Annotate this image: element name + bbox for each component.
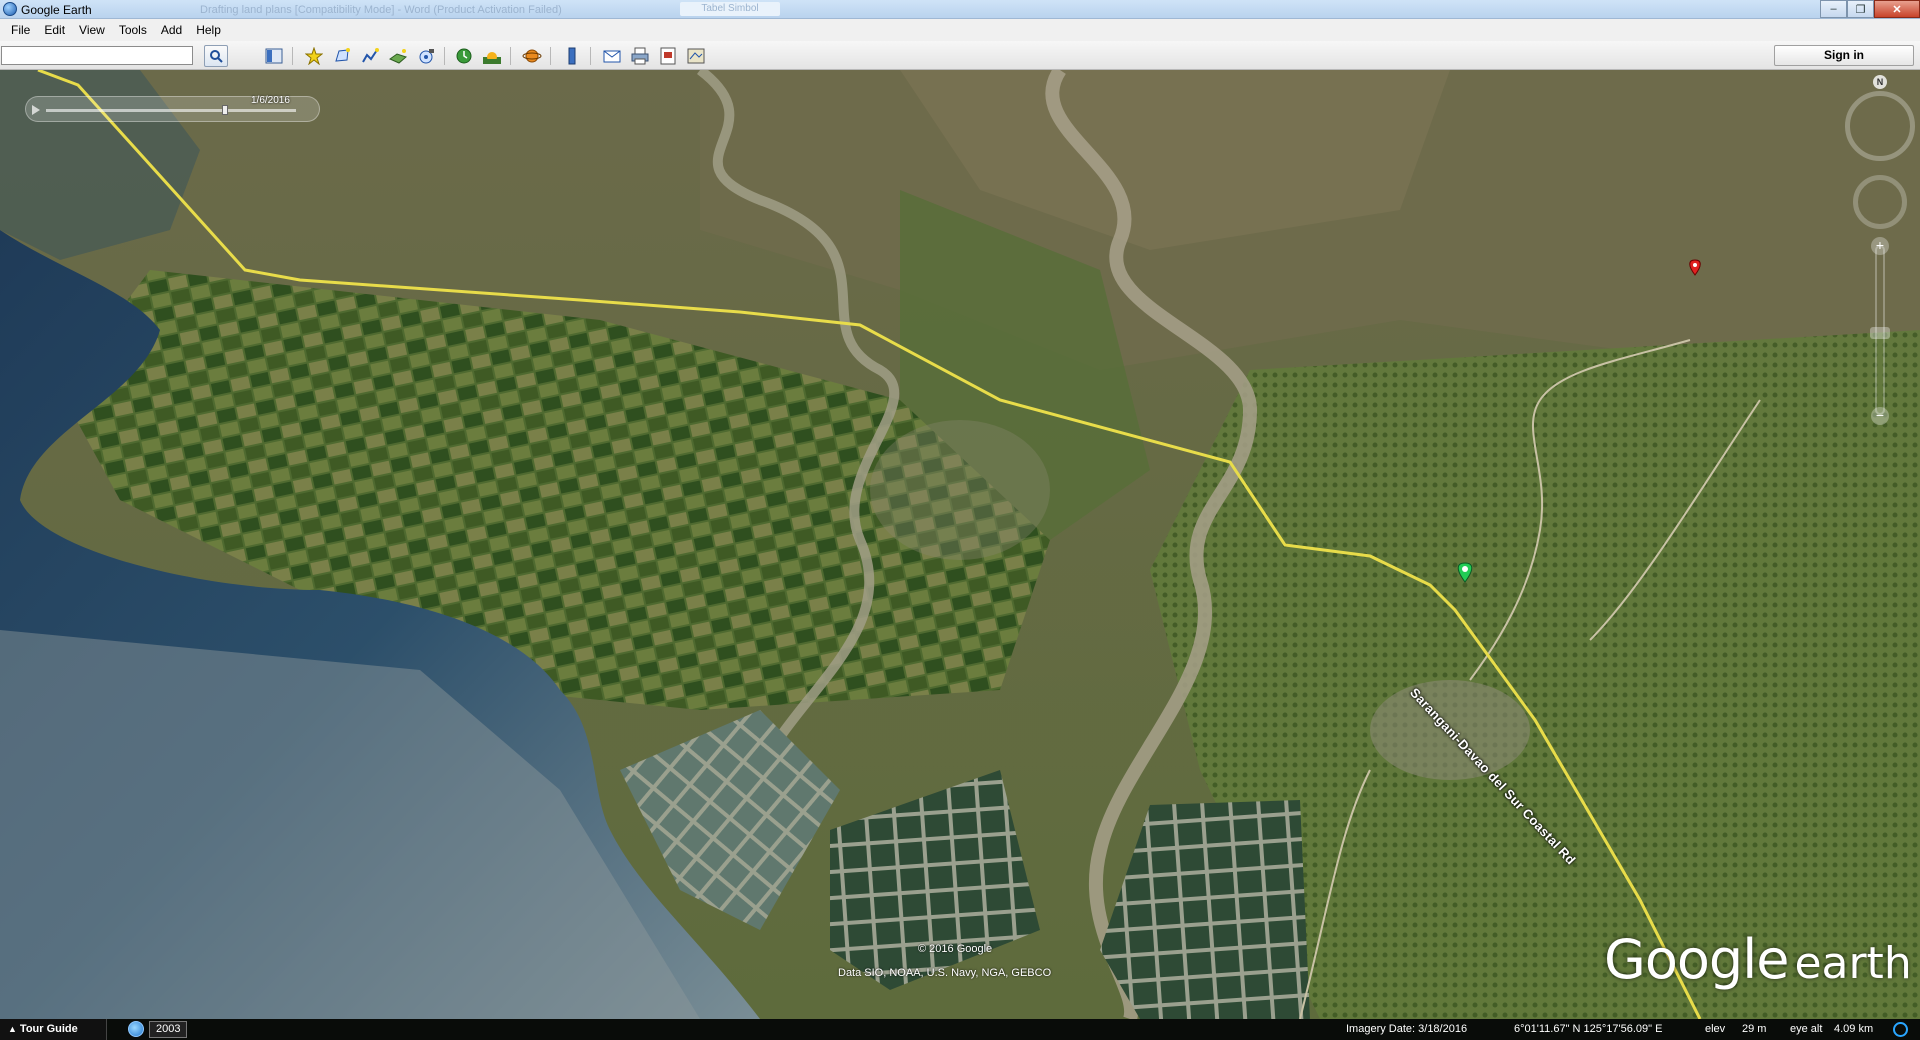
sunlight-button[interactable]	[480, 45, 504, 67]
search-button[interactable]	[204, 45, 228, 67]
menu-add[interactable]: Add	[154, 23, 189, 37]
image-overlay-icon	[389, 49, 407, 64]
search-input[interactable]	[1, 46, 193, 65]
search-icon	[210, 50, 223, 63]
time-slider-track[interactable]	[46, 109, 296, 112]
menu-help[interactable]: Help	[189, 23, 228, 37]
window-title: Google Earth	[21, 3, 92, 17]
streaming-status-icon	[1893, 1022, 1908, 1037]
play-icon[interactable]	[32, 105, 40, 115]
record-tour-button[interactable]	[414, 45, 438, 67]
zoom-out-icon[interactable]: −	[1871, 407, 1889, 425]
historical-year-badge[interactable]: 2003	[149, 1021, 188, 1038]
time-slider-handle[interactable]	[222, 105, 228, 115]
imagery-copyright: © 2016 Google	[918, 943, 993, 955]
add-image-overlay-button[interactable]	[386, 45, 410, 67]
google-earth-logo: Google earth	[1604, 928, 1912, 991]
sidebar-toggle-button[interactable]	[262, 45, 286, 67]
placemark-icon	[305, 47, 323, 65]
menu-bar: File Edit View Tools Add Help	[0, 19, 1920, 41]
compass-north-icon[interactable]: N	[1873, 75, 1887, 89]
historical-imagery-status-icon[interactable]	[128, 1021, 144, 1037]
ruler-icon	[568, 47, 576, 65]
menu-tools[interactable]: Tools	[112, 23, 154, 37]
add-path-button[interactable]	[358, 45, 382, 67]
historical-imagery-icon	[456, 48, 472, 64]
sunlight-icon	[483, 52, 501, 64]
look-joystick[interactable]	[1845, 91, 1915, 161]
eye-altitude-value: 4.09 km	[1834, 1023, 1874, 1035]
toolbar: Sign in	[0, 41, 1920, 70]
minimize-button[interactable]: –	[1820, 0, 1847, 18]
print-icon	[631, 47, 649, 65]
navigation-controls: N + −	[1840, 75, 1918, 435]
move-joystick[interactable]	[1853, 175, 1907, 229]
switch-planets-button[interactable]	[520, 45, 544, 67]
record-tour-icon	[419, 49, 434, 64]
elevation-label: elev	[1705, 1023, 1726, 1035]
maximize-button[interactable]: ❐	[1847, 0, 1874, 18]
tour-guide-button[interactable]: ▲ Tour Guide	[0, 1019, 107, 1040]
title-bar: Google Earth Drafting land plans [Compat…	[0, 0, 1920, 19]
zoom-slider-thumb[interactable]	[1870, 327, 1890, 339]
caret-up-icon: ▲	[8, 1024, 17, 1034]
background-window-title: Drafting land plans [Compatibility Mode]…	[200, 4, 562, 16]
zoom-in-icon[interactable]: +	[1871, 237, 1889, 255]
print-button[interactable]	[628, 45, 652, 67]
menu-edit[interactable]: Edit	[37, 23, 72, 37]
planets-icon	[522, 49, 542, 63]
time-slider[interactable]: 1/6/2016	[25, 95, 320, 122]
elevation-value: 29 m	[1742, 1023, 1767, 1035]
path-icon	[362, 48, 379, 63]
menu-view[interactable]: View	[72, 23, 112, 37]
map-viewport[interactable]: 1/6/2016 N + − Sarangani-Davao del Sur C…	[0, 70, 1920, 1019]
close-button[interactable]: ✕	[1874, 0, 1920, 18]
coordinates: 6°01'11.67" N 125°17'56.09" E	[1514, 1023, 1663, 1035]
imagery-date: Imagery Date: 3/18/2016	[1346, 1023, 1468, 1035]
tour-guide-label: Tour Guide	[19, 1023, 78, 1035]
add-polygon-button[interactable]	[330, 45, 354, 67]
historical-imagery-button[interactable]	[452, 45, 476, 67]
menu-file[interactable]: File	[4, 23, 37, 37]
add-placemark-button[interactable]	[302, 45, 326, 67]
status-bar: ▲ Tour Guide 2003 Imagery Date: 3/18/2016…	[0, 1019, 1920, 1040]
window-controls: – ❐ ✕	[1820, 0, 1920, 18]
sidebar-toggle-icon	[265, 48, 283, 64]
background-button: Tabel Simbol	[680, 2, 780, 16]
polygon-icon	[335, 48, 350, 62]
email-button[interactable]	[600, 45, 624, 67]
data-sources: Data SIO, NOAA, U.S. Navy, NGA, GEBCO	[838, 967, 1052, 979]
view-in-maps-icon	[687, 48, 705, 64]
eye-altitude-label: eye alt	[1790, 1023, 1823, 1035]
google-earth-app-icon	[3, 2, 17, 16]
time-slider-date: 1/6/2016	[251, 95, 290, 106]
ruler-button[interactable]	[560, 45, 584, 67]
save-image-button[interactable]	[656, 45, 680, 67]
sign-in-button[interactable]: Sign in	[1774, 45, 1914, 66]
satellite-imagery	[0, 70, 1920, 1019]
email-icon	[603, 50, 621, 63]
view-in-maps-button[interactable]	[684, 45, 708, 67]
save-image-icon	[660, 47, 676, 65]
